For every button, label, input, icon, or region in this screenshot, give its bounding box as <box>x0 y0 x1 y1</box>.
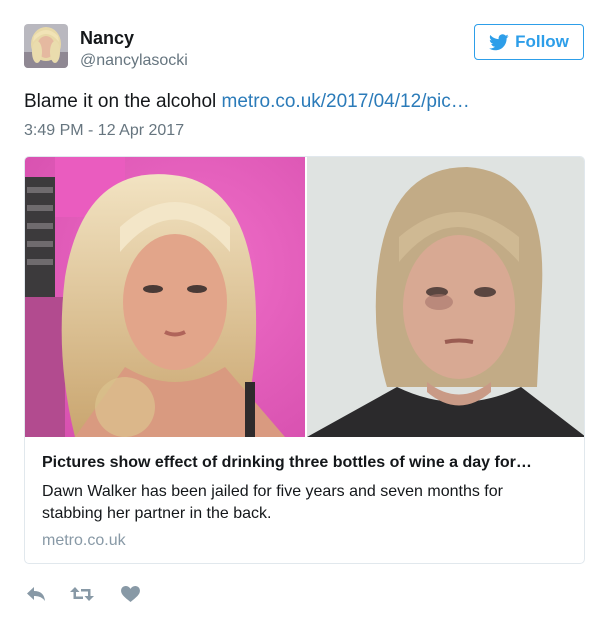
card-photo-after <box>307 157 584 437</box>
card-images[interactable] <box>25 157 584 437</box>
like-button[interactable] <box>118 582 142 606</box>
retweet-button[interactable] <box>70 582 94 606</box>
reply-icon <box>26 586 46 602</box>
follow-button[interactable]: Follow <box>474 24 584 60</box>
tweet-text: Blame it on the alcohol metro.co.uk/2017… <box>24 91 470 113</box>
reply-button[interactable] <box>24 582 48 606</box>
tweet-body: Blame it on the alcohol <box>24 91 222 112</box>
user-name[interactable]: Nancy <box>80 28 134 49</box>
tweet-card: Nancy @nancylasocki Follow Blame it on t… <box>0 0 610 622</box>
card-photo-before <box>25 157 305 437</box>
link-preview-card[interactable]: Pictures show effect of drinking three b… <box>24 156 585 564</box>
card-domain: metro.co.uk <box>42 532 126 549</box>
tweet-link[interactable]: metro.co.uk/2017/04/12/pic… <box>222 91 470 112</box>
tweet-timestamp[interactable]: 3:49 PM - 12 Apr 2017 <box>24 122 184 140</box>
follow-label: Follow <box>515 32 569 51</box>
avatar[interactable] <box>24 24 68 68</box>
retweet-icon <box>70 586 94 602</box>
twitter-bird-icon <box>489 33 509 51</box>
heart-icon <box>120 585 140 603</box>
card-description: Dawn Walker has been jailed for five yea… <box>42 483 503 522</box>
user-handle[interactable]: @nancylasocki <box>80 52 188 70</box>
card-title[interactable]: Pictures show effect of drinking three b… <box>42 454 572 472</box>
